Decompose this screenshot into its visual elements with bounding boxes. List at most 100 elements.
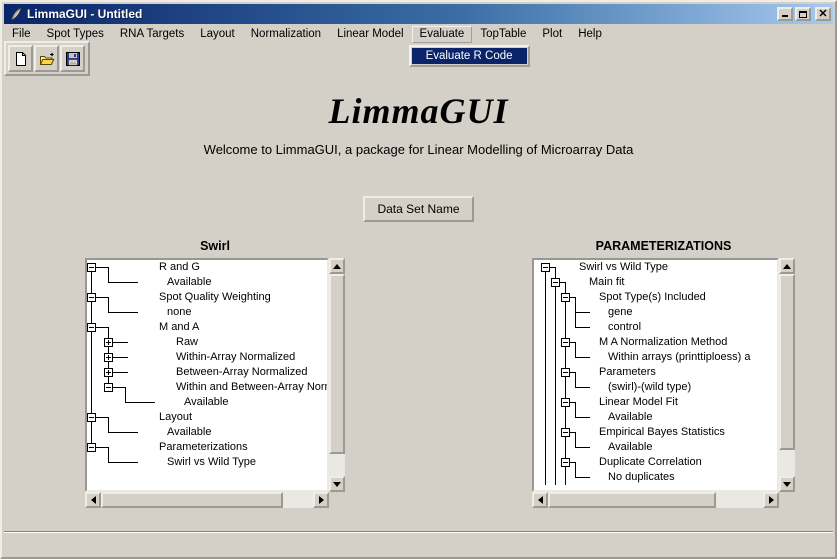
collapse-toggle-icon[interactable] (87, 413, 96, 422)
tree-node[interactable]: control (534, 320, 777, 335)
tree-node[interactable]: Available (87, 275, 327, 290)
menu-item-layout[interactable]: Layout (192, 26, 243, 43)
scrollbar-track[interactable] (779, 274, 795, 476)
tree-node-label: Available (608, 440, 652, 455)
tree-node[interactable]: M A Normalization Method (534, 335, 777, 350)
data-set-name-button[interactable]: Data Set Name (363, 196, 473, 222)
collapse-toggle-icon[interactable] (561, 293, 570, 302)
tree-node[interactable]: M and A (87, 320, 327, 335)
scroll-up-button[interactable] (779, 258, 795, 274)
menu-item-spot-types[interactable]: Spot Types (39, 26, 112, 43)
tree-node[interactable]: Swirl vs Wild Type (87, 455, 327, 470)
tree-node[interactable]: Available (534, 410, 777, 425)
collapse-toggle-icon[interactable] (561, 368, 570, 377)
tree-node[interactable]: Raw (87, 335, 327, 350)
tree-node-label: Parameterizations (159, 440, 248, 455)
expand-toggle-icon[interactable] (104, 338, 113, 347)
save-button[interactable] (60, 45, 85, 72)
swirl-tree-horizontal-scrollbar[interactable] (85, 492, 329, 508)
menu-item-file[interactable]: File (4, 26, 39, 43)
menu-item-evaluate-r-code[interactable]: Evaluate R Code (412, 48, 527, 64)
tree-node[interactable]: Available (87, 425, 327, 440)
collapse-toggle-icon[interactable] (87, 323, 96, 332)
menu-item-toptable[interactable]: TopTable (472, 26, 534, 43)
tree-node[interactable]: Within arrays (printtiploess) a (534, 350, 777, 365)
collapse-toggle-icon[interactable] (551, 278, 560, 287)
tree-node[interactable]: R and G (87, 260, 327, 275)
collapse-toggle-icon[interactable] (561, 398, 570, 407)
tree-node[interactable]: Parameterizations (87, 440, 327, 455)
collapse-toggle-icon[interactable] (87, 443, 96, 452)
tree-node[interactable]: Duplicate Correlation (534, 455, 777, 470)
tree-node[interactable]: Spot Quality Weighting (87, 290, 327, 305)
open-file-button[interactable] (34, 45, 59, 72)
parameterizations-tree-horizontal-scrollbar[interactable] (532, 492, 779, 508)
tree-node[interactable]: none (87, 305, 327, 320)
scrollbar-thumb[interactable] (548, 492, 716, 508)
titlebar[interactable]: LimmaGUI - Untitled ✕ (4, 4, 833, 24)
scroll-down-button[interactable] (779, 476, 795, 492)
collapse-toggle-icon[interactable] (104, 383, 113, 392)
scroll-left-button[interactable] (85, 492, 101, 508)
parameterizations-tree-vertical-scrollbar[interactable] (779, 258, 795, 492)
left-tree-title: Swirl (85, 239, 345, 253)
menu-item-plot[interactable]: Plot (534, 26, 570, 43)
scrollbar-thumb[interactable] (329, 274, 345, 454)
collapse-toggle-icon[interactable] (87, 293, 96, 302)
maximize-button[interactable] (795, 7, 811, 21)
limmagui-window: LimmaGUI - Untitled ✕ FileSpot TypesRNA … (0, 0, 837, 559)
tree-node[interactable]: Within-Array Normalized (87, 350, 327, 365)
menu-item-evaluate[interactable]: EvaluateEvaluate R Code (412, 26, 473, 43)
scroll-right-icon (319, 496, 324, 504)
tree-node[interactable]: No duplicates (534, 470, 777, 485)
minimize-button[interactable] (777, 7, 793, 21)
tree-node[interactable]: gene (534, 305, 777, 320)
tree-node[interactable]: Available (534, 440, 777, 455)
collapse-toggle-icon[interactable] (561, 458, 570, 467)
scrollbar-track[interactable] (101, 492, 313, 508)
tree-node[interactable]: Within and Between-Array Norm (87, 380, 327, 395)
tree-node[interactable]: Available (87, 395, 327, 410)
scrollbar-thumb[interactable] (101, 492, 283, 508)
scroll-down-button[interactable] (329, 476, 345, 492)
tree-node[interactable]: Spot Type(s) Included (534, 290, 777, 305)
welcome-text: Welcome to LimmaGUI, a package for Linea… (2, 142, 835, 157)
parameterizations-tree[interactable]: Swirl vs Wild TypeMain fitSpot Type(s) I… (532, 258, 779, 492)
tree-node[interactable]: Linear Model Fit (534, 395, 777, 410)
tree-node-label: Spot Type(s) Included (599, 290, 706, 305)
menu-item-linear-model[interactable]: Linear Model (329, 26, 411, 43)
new-file-button[interactable] (8, 45, 33, 72)
menu-item-rna-targets[interactable]: RNA Targets (112, 26, 192, 43)
collapse-toggle-icon[interactable] (561, 338, 570, 347)
scrollbar-track[interactable] (548, 492, 763, 508)
close-button[interactable]: ✕ (815, 7, 831, 21)
scroll-right-button[interactable] (763, 492, 779, 508)
tree-node[interactable]: Layout (87, 410, 327, 425)
right-tree-title: PARAMETERIZATIONS (532, 239, 795, 253)
tree-node[interactable]: Parameters (534, 365, 777, 380)
tree-node[interactable]: Between-Array Normalized (87, 365, 327, 380)
collapse-toggle-icon[interactable] (87, 263, 96, 272)
expand-toggle-icon[interactable] (104, 353, 113, 362)
tree-node[interactable]: Swirl vs Wild Type (534, 260, 777, 275)
tree-node[interactable]: (swirl)-(wild type) (534, 380, 777, 395)
collapse-toggle-icon[interactable] (561, 428, 570, 437)
tree-node-label: Between-Array Normalized (176, 365, 307, 380)
menu-item-help[interactable]: Help (570, 26, 610, 43)
tree-node-label: No duplicates (608, 470, 675, 485)
swirl-tree[interactable]: R and GAvailableSpot Quality Weightingno… (85, 258, 329, 492)
scroll-up-icon (783, 264, 791, 269)
scrollbar-track[interactable] (329, 274, 345, 476)
collapse-toggle-icon[interactable] (541, 263, 550, 272)
expand-toggle-icon[interactable] (104, 368, 113, 377)
scrollbar-thumb[interactable] (779, 274, 795, 450)
scroll-left-button[interactable] (532, 492, 548, 508)
swirl-tree-panel: R and GAvailableSpot Quality Weightingno… (85, 258, 345, 508)
scroll-right-button[interactable] (313, 492, 329, 508)
scroll-up-button[interactable] (329, 258, 345, 274)
tree-node[interactable]: Empirical Bayes Statistics (534, 425, 777, 440)
tree-node[interactable]: Main fit (534, 275, 777, 290)
swirl-tree-vertical-scrollbar[interactable] (329, 258, 345, 492)
menu-item-normalization[interactable]: Normalization (243, 26, 329, 43)
tree-node-label: (swirl)-(wild type) (608, 380, 691, 395)
